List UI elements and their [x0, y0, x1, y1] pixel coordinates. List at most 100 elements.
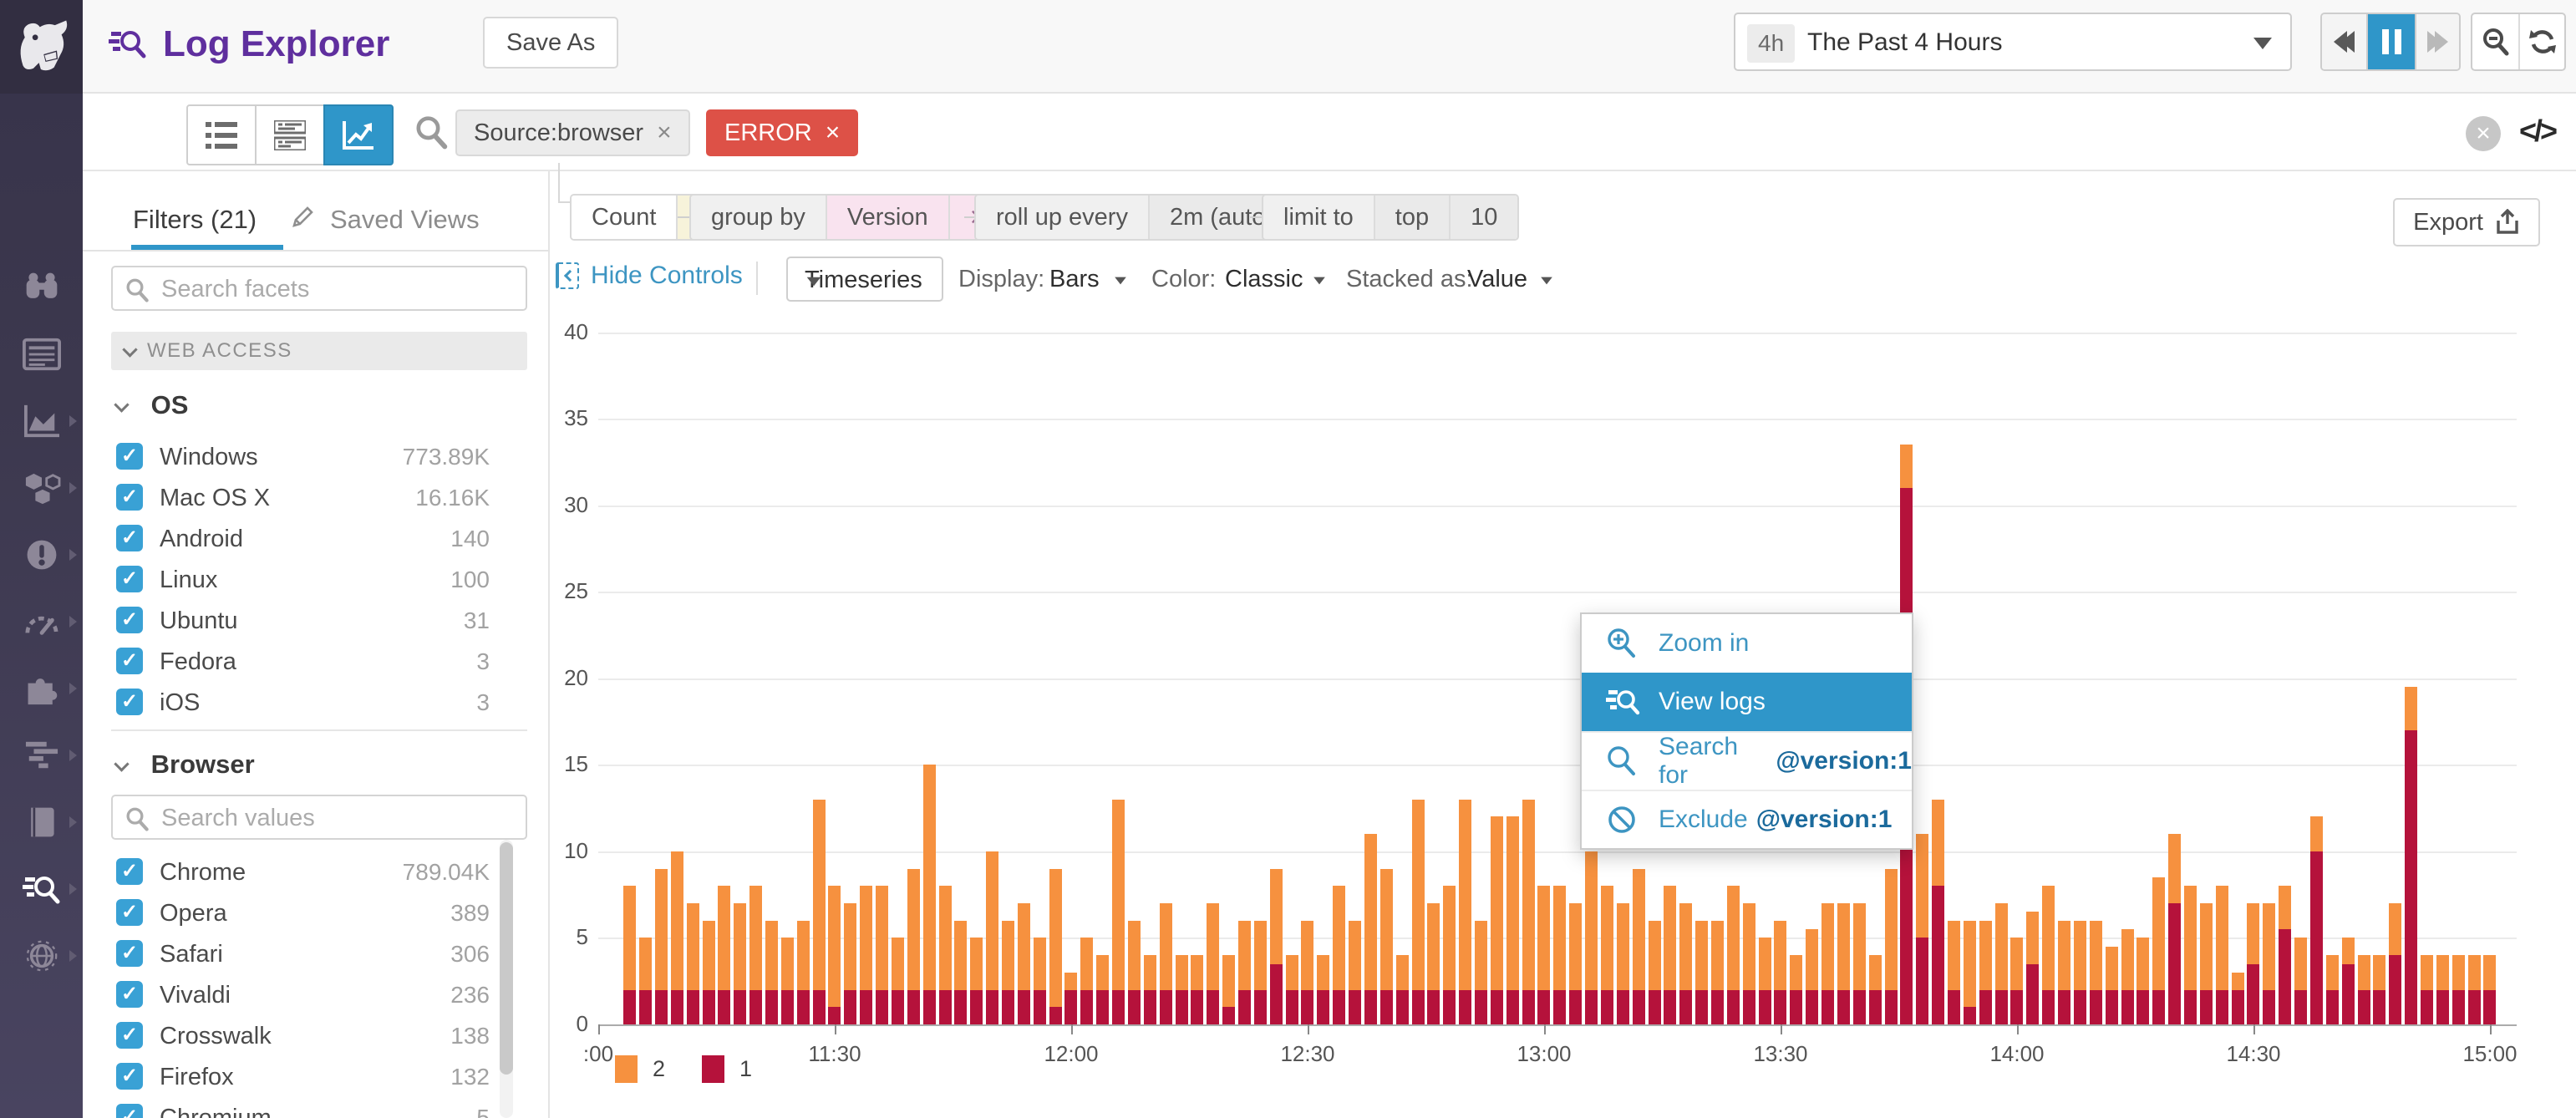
facet-checkbox[interactable]: ✓ [116, 981, 143, 1008]
stacked-bar[interactable] [1506, 816, 1519, 1024]
stacked-bar[interactable] [1948, 921, 1960, 1024]
stacked-bar[interactable] [1427, 903, 1440, 1024]
sidebar-item-watchdog[interactable] [0, 261, 83, 314]
sidebar-item-synthetics[interactable] [0, 929, 83, 983]
stacked-bar[interactable] [2200, 903, 2213, 1024]
export-button[interactable]: Export [2393, 198, 2540, 246]
stacked-bar[interactable] [2010, 938, 2023, 1024]
search-values-input[interactable]: Search values [111, 795, 527, 840]
stacked-bar[interactable] [2342, 938, 2355, 1024]
sidebar-item-logs[interactable] [0, 862, 83, 916]
facet-checkbox[interactable]: ✓ [116, 689, 143, 715]
sidebar-item-dashboards[interactable] [0, 394, 83, 448]
stacked-bar[interactable] [671, 851, 683, 1024]
stacked-bar[interactable] [1979, 921, 1992, 1024]
edit-pencil-icon[interactable] [292, 205, 315, 232]
facet-label[interactable]: Firefox [160, 1064, 234, 1091]
stacked-bar[interactable] [1522, 800, 1535, 1024]
stacked-bar[interactable] [986, 851, 998, 1024]
stacked-bar[interactable] [1317, 955, 1329, 1024]
stacked-bar[interactable] [765, 921, 778, 1024]
stacked-bar[interactable] [813, 800, 826, 1024]
stacked-bar[interactable] [954, 921, 967, 1024]
stacked-bar[interactable] [2373, 955, 2385, 1024]
count-pill[interactable]: Count [572, 196, 676, 239]
stacked-bar[interactable] [655, 869, 668, 1024]
facet-checkbox[interactable]: ✓ [116, 443, 143, 470]
stacked-bar[interactable] [687, 903, 699, 1024]
stacked-bar[interactable] [1396, 955, 1409, 1024]
timeseries-chart[interactable]: 0510152025303540 :0011:3012:0012:3013:00… [550, 301, 2576, 1118]
sidebar-item-metrics[interactable] [0, 595, 83, 648]
facet-label[interactable]: Opera [160, 900, 227, 927]
sidebar-item-apm[interactable] [0, 729, 83, 782]
stacked-bar[interactable] [2090, 921, 2102, 1024]
chart-view-toggle[interactable] [323, 104, 394, 165]
stacked-bar[interactable] [1695, 921, 1708, 1024]
stacked-bar[interactable] [1270, 869, 1283, 1024]
stacked-bar[interactable] [1176, 955, 1188, 1024]
stacked-bar[interactable] [639, 938, 652, 1024]
legend-swatch-2[interactable] [615, 1055, 638, 1083]
clear-search-button[interactable]: × [2466, 116, 2501, 151]
stacked-bar[interactable] [1286, 955, 1298, 1024]
stacked-bar[interactable] [2232, 973, 2244, 1024]
facet-label[interactable]: Crosswalk [160, 1023, 272, 1050]
facet-group-os[interactable]: OS [116, 390, 188, 420]
stacked-bar[interactable] [1144, 955, 1156, 1024]
zoom-out-button[interactable] [2472, 14, 2518, 69]
stacked-bar[interactable] [797, 921, 810, 1024]
stacked-bar[interactable] [2436, 955, 2449, 1024]
search-tag-error[interactable]: ERROR × [706, 109, 858, 156]
stacked-bar[interactable] [2310, 816, 2323, 1024]
stacked-bar[interactable] [1964, 921, 1976, 1024]
stacked-bar[interactable] [2121, 929, 2134, 1024]
stacked-bar[interactable] [1349, 921, 1361, 1024]
stacked-bar[interactable] [2058, 921, 2070, 1024]
stacked-bar[interactable] [1537, 886, 1550, 1024]
stacked-bar[interactable] [2074, 921, 2086, 1024]
group-value-pill[interactable]: Version [826, 196, 948, 239]
detail-view-toggle[interactable] [255, 104, 325, 165]
stacked-bar[interactable] [1553, 886, 1566, 1024]
stacked-bar[interactable] [2483, 955, 2496, 1024]
hide-controls-link[interactable]: Hide Controls [556, 262, 743, 290]
search-tag-source[interactable]: Source:browser × [455, 109, 690, 156]
stacked-bar[interactable] [1569, 903, 1582, 1024]
stacked-bar[interactable] [2326, 955, 2339, 1024]
facet-checkbox[interactable]: ✓ [116, 940, 143, 967]
stacked-bar[interactable] [923, 765, 936, 1024]
facet-checkbox[interactable]: ✓ [116, 1063, 143, 1090]
stacked-bar[interactable] [2468, 955, 2481, 1024]
stacked-bar[interactable] [718, 886, 730, 1024]
facet-label[interactable]: Safari [160, 941, 223, 968]
stacked-bar[interactable] [2042, 886, 2055, 1024]
search-facets-input[interactable]: Search facets [111, 266, 527, 311]
stacked-bar[interactable] [1633, 869, 1645, 1024]
stacked-bar[interactable] [1916, 834, 1928, 1024]
stacked-bar[interactable] [1002, 921, 1014, 1024]
menu-item-search-for[interactable]: Search for @version:1 [1582, 731, 1912, 790]
stacked-bar[interactable] [1759, 938, 1771, 1024]
stacked-bar[interactable] [781, 938, 794, 1024]
stacked-bar[interactable] [1995, 903, 2008, 1024]
stacked-bar[interactable] [970, 938, 983, 1024]
tab-saved-views[interactable]: Saved Views [330, 205, 480, 235]
stacked-bar[interactable] [1301, 921, 1313, 1024]
stacked-bar[interactable] [1711, 921, 1724, 1024]
stacked-bar[interactable] [828, 886, 841, 1024]
menu-item-zoom-in[interactable]: Zoom in [1582, 614, 1912, 673]
stacked-bar[interactable] [892, 938, 904, 1024]
facet-checkbox[interactable]: ✓ [116, 525, 143, 551]
limit-kind-pill[interactable]: top [1374, 196, 1449, 239]
stacked-bar[interactable] [1491, 816, 1503, 1024]
stacked-bar[interactable] [1679, 903, 1692, 1024]
stacked-bar[interactable] [1222, 955, 1235, 1024]
facet-label[interactable]: Fedora [160, 648, 236, 676]
refresh-button[interactable] [2518, 14, 2564, 69]
stacked-bar[interactable] [1774, 921, 1786, 1024]
legend-swatch-1[interactable] [702, 1055, 724, 1083]
stacked-bar[interactable] [1443, 886, 1456, 1024]
facet-label[interactable]: Mac OS X [160, 485, 270, 512]
stacked-bar[interactable] [1837, 903, 1850, 1024]
